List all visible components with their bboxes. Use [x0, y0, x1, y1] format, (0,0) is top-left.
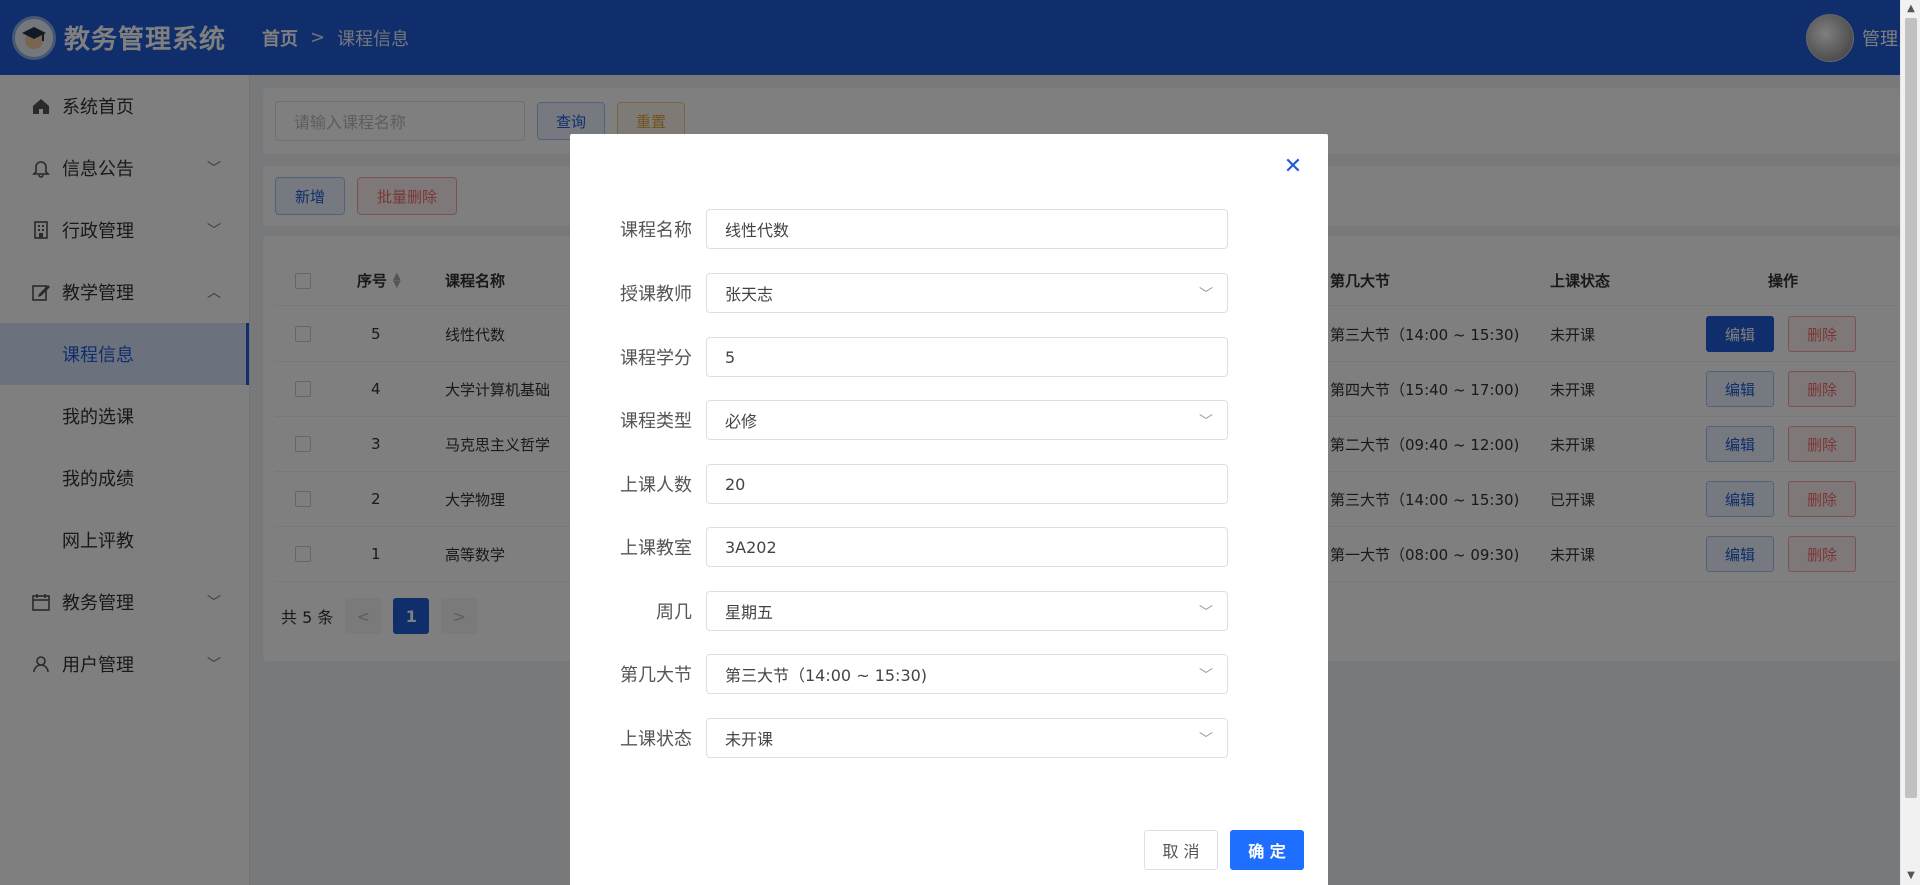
chevron-down-icon: ﹀ — [1199, 287, 1213, 303]
course-type-select[interactable]: 必修 ﹀ — [706, 400, 1228, 440]
form-row-course-name: 课程名称 线性代数 — [570, 209, 1328, 249]
close-icon[interactable]: ✕ — [1282, 156, 1304, 178]
credit-input[interactable]: 5 — [706, 337, 1228, 377]
chevron-down-icon: ﹀ — [1199, 414, 1213, 430]
scroll-down-arrow-icon[interactable]: ▼ — [1901, 867, 1920, 885]
course-type-select-value: 必修 — [725, 412, 758, 431]
section-select-value: 第三大节（14:00 ~ 15:30) — [725, 666, 928, 685]
form-label: 上课人数 — [620, 475, 692, 496]
chevron-down-icon: ﹀ — [1199, 732, 1213, 748]
form-row-teacher: 授课教师 张天志 ﹀ — [570, 273, 1328, 313]
classroom-input[interactable]: 3A202 — [706, 527, 1228, 567]
scroll-up-arrow-icon[interactable]: ▲ — [1901, 0, 1920, 18]
cancel-button[interactable]: 取 消 — [1144, 830, 1218, 870]
chevron-down-icon: ﹀ — [1199, 668, 1213, 684]
page-scrollbar[interactable]: ▲ ▼ — [1900, 0, 1920, 885]
status-select[interactable]: 未开课 ﹀ — [706, 718, 1228, 758]
form-label: 上课状态 — [620, 729, 692, 750]
form-label: 周几 — [656, 602, 692, 623]
form-label: 课程名称 — [620, 220, 692, 241]
form-row-credit: 课程学分 5 — [570, 337, 1328, 377]
teacher-select-value: 张天志 — [725, 285, 774, 304]
form-label: 第几大节 — [620, 665, 692, 686]
teacher-select[interactable]: 张天志 ﹀ — [706, 273, 1228, 313]
scrollbar-thumb[interactable] — [1905, 18, 1917, 798]
chevron-down-icon: ﹀ — [1199, 605, 1213, 621]
form-row-capacity: 上课人数 20 — [570, 464, 1328, 504]
section-select[interactable]: 第三大节（14:00 ~ 15:30) ﹀ — [706, 654, 1228, 694]
form-row-weekday: 周几 星期五 ﹀ — [570, 591, 1328, 631]
capacity-input[interactable]: 20 — [706, 464, 1228, 504]
course-name-input[interactable]: 线性代数 — [706, 209, 1228, 249]
form-label: 上课教室 — [620, 538, 692, 559]
weekday-select[interactable]: 星期五 ﹀ — [706, 591, 1228, 631]
form-row-classroom: 上课教室 3A202 — [570, 527, 1328, 567]
weekday-select-value: 星期五 — [725, 603, 774, 622]
form-row-course-type: 课程类型 必修 ﹀ — [570, 400, 1328, 440]
form-row-section: 第几大节 第三大节（14:00 ~ 15:30) ﹀ — [570, 654, 1328, 694]
status-select-value: 未开课 — [725, 730, 774, 749]
form-row-status: 上课状态 未开课 ﹀ — [570, 718, 1328, 758]
confirm-button[interactable]: 确 定 — [1230, 830, 1304, 870]
form-label: 课程学分 — [620, 348, 692, 369]
form-label: 授课教师 — [620, 284, 692, 305]
form-label: 课程类型 — [620, 411, 692, 432]
edit-course-dialog: ✕ 课程名称 线性代数 授课教师 张天志 ﹀ 课程学分 5 课程类型 必修 ﹀ … — [570, 134, 1328, 885]
dialog-footer: 取 消 确 定 — [1144, 830, 1304, 870]
